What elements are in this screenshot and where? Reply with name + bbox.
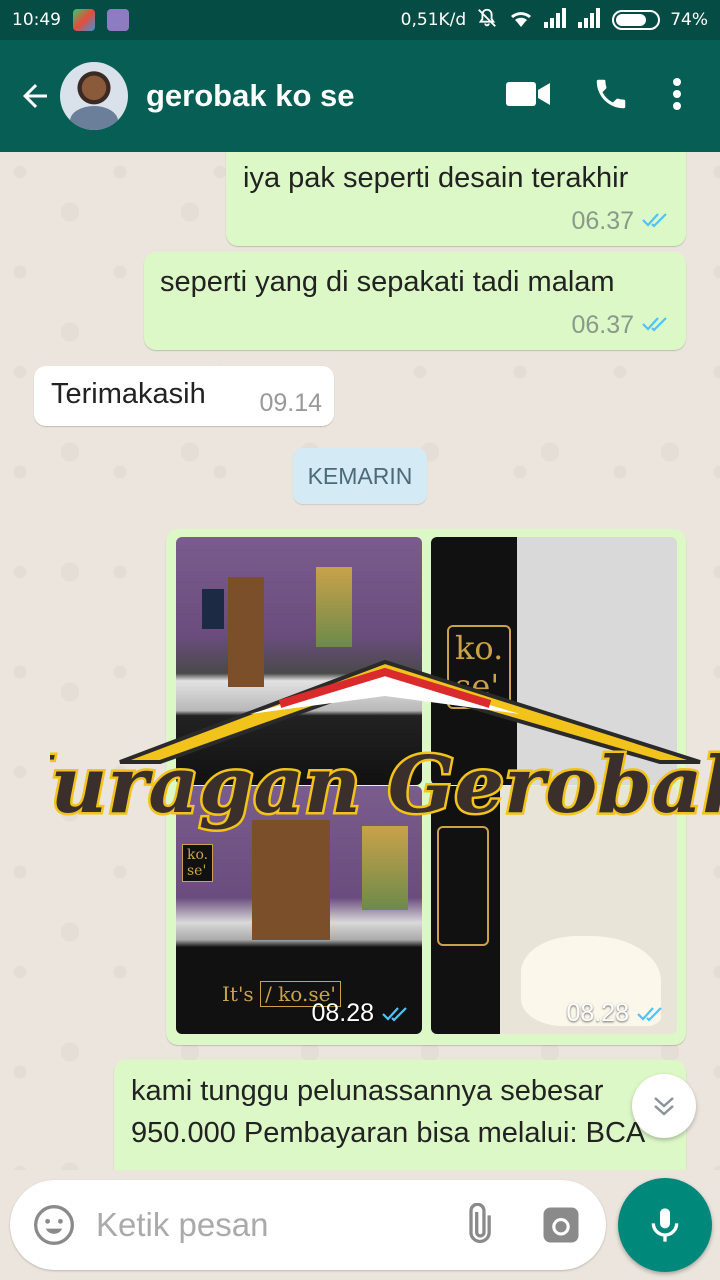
camera-icon[interactable]	[540, 1204, 582, 1246]
message-composer	[10, 1180, 606, 1270]
mute-icon	[476, 7, 498, 34]
read-ticks-icon	[642, 207, 672, 236]
message-time: 06.37	[571, 311, 634, 339]
message-time: 09.14	[259, 389, 322, 417]
signal-icon	[544, 7, 568, 33]
back-arrow-icon[interactable]	[10, 71, 60, 121]
phone-icon[interactable]	[592, 75, 630, 117]
cart-sign-prefix: It's	[222, 982, 254, 1006]
wifi-icon	[508, 8, 534, 33]
microphone-icon	[651, 1208, 679, 1242]
message-text: seperti yang di sepakati tadi malam	[160, 266, 615, 298]
message-text: iya pak seperti desain terakhir	[243, 162, 629, 194]
watermark-text: Juragan Gerobak	[50, 740, 720, 831]
double-chevron-down-icon	[654, 1097, 674, 1116]
read-ticks-icon	[642, 311, 672, 340]
outgoing-message[interactable]: iya pak seperti desain terakhir 06.37	[226, 152, 686, 246]
read-ticks-icon	[637, 1006, 662, 1022]
notification-app-icon	[73, 9, 95, 31]
contact-name[interactable]: gerobak ko se	[146, 78, 354, 114]
status-bar: 10:49 0,51K/d 74%	[0, 0, 720, 40]
signal-icon	[578, 7, 602, 33]
date-divider: KEMARIN	[293, 448, 427, 504]
outgoing-message[interactable]: seperti yang di sepakati tadi malam 06.3…	[144, 252, 686, 350]
battery-percent: 74%	[670, 10, 708, 30]
chat-header: gerobak ko se	[0, 40, 720, 152]
status-time: 10:49	[12, 10, 61, 30]
incoming-message[interactable]: Terimakasih 09.14	[34, 366, 334, 426]
cart-logo-text: se'	[187, 863, 207, 879]
watermark-logo: Juragan Gerobak	[0, 652, 720, 852]
message-time: 06.37	[571, 207, 634, 235]
attach-icon[interactable]	[456, 1203, 500, 1247]
photo-time: 08.28	[566, 999, 629, 1027]
message-text: kami tunggu pelunassannya sebesar 950.00…	[131, 1075, 646, 1149]
message-text: Terimakasih	[51, 378, 206, 410]
emoji-icon[interactable]	[32, 1203, 76, 1247]
battery-icon	[612, 10, 661, 30]
network-speed: 0,51K/d	[400, 10, 467, 30]
read-ticks-icon	[382, 1006, 407, 1022]
video-call-icon[interactable]	[506, 79, 550, 113]
chat-area[interactable]: iya pak seperti desain terakhir 06.37 se…	[0, 152, 720, 1170]
message-input[interactable]	[96, 1206, 436, 1244]
photo-time: 08.28	[311, 999, 374, 1027]
outgoing-message[interactable]: kami tunggu pelunassannya sebesar 950.00…	[114, 1060, 686, 1170]
notification-app-icon	[107, 9, 129, 31]
more-vert-icon[interactable]	[672, 77, 682, 115]
voice-message-button[interactable]	[618, 1178, 712, 1272]
scroll-to-bottom-button[interactable]	[632, 1074, 696, 1138]
contact-avatar[interactable]	[60, 62, 128, 130]
